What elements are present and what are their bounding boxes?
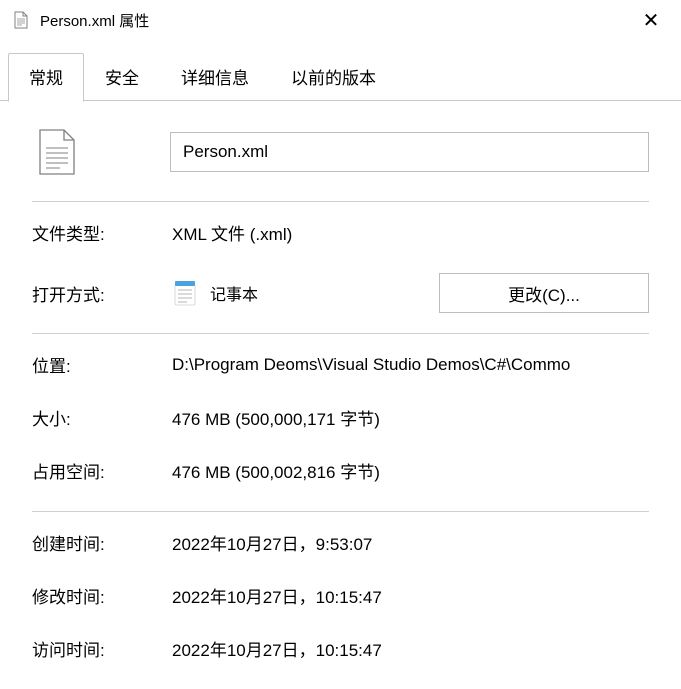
- titlebar: Person.xml 属性 ✕: [0, 0, 681, 40]
- tab-content-general: 文件类型: XML 文件 (.xml) 打开方式: 记事本 更改(C)... 位…: [0, 101, 681, 689]
- divider: [32, 511, 649, 512]
- modified-value: 2022年10月27日，10:15:47: [172, 583, 649, 608]
- modified-label: 修改时间:: [32, 583, 172, 608]
- change-button[interactable]: 更改(C)...: [439, 273, 649, 313]
- tab-security[interactable]: 安全: [84, 53, 160, 102]
- openwith-label: 打开方式:: [32, 281, 172, 306]
- notepad-icon: [172, 280, 198, 306]
- accessed-value: 2022年10月27日，10:15:47: [172, 636, 649, 661]
- document-icon: [12, 9, 30, 31]
- tab-bar: 常规 安全 详细信息 以前的版本: [0, 52, 681, 101]
- size-value: 476 MB (500,000,171 字节): [172, 405, 649, 430]
- openwith-app-name: 记事本: [210, 281, 258, 305]
- window-title: Person.xml 属性: [40, 10, 633, 31]
- divider: [32, 201, 649, 202]
- file-type-icon: [32, 127, 82, 177]
- created-label: 创建时间:: [32, 530, 172, 555]
- tab-previous-versions[interactable]: 以前的版本: [270, 53, 397, 102]
- location-label: 位置:: [32, 352, 172, 377]
- accessed-label: 访问时间:: [32, 636, 172, 661]
- sizeondisk-value: 476 MB (500,002,816 字节): [172, 458, 649, 483]
- close-button[interactable]: ✕: [633, 2, 669, 38]
- location-value: D:\Program Deoms\Visual Studio Demos\C#\…: [172, 355, 649, 375]
- sizeondisk-label: 占用空间:: [32, 458, 172, 483]
- created-value: 2022年10月27日，9:53:07: [172, 530, 649, 555]
- filetype-value: XML 文件 (.xml): [172, 220, 649, 245]
- tab-general[interactable]: 常规: [8, 53, 84, 102]
- filename-input[interactable]: [170, 132, 649, 172]
- size-label: 大小:: [32, 405, 172, 430]
- divider: [32, 333, 649, 334]
- filetype-label: 文件类型:: [32, 220, 172, 245]
- tab-details[interactable]: 详细信息: [160, 53, 270, 102]
